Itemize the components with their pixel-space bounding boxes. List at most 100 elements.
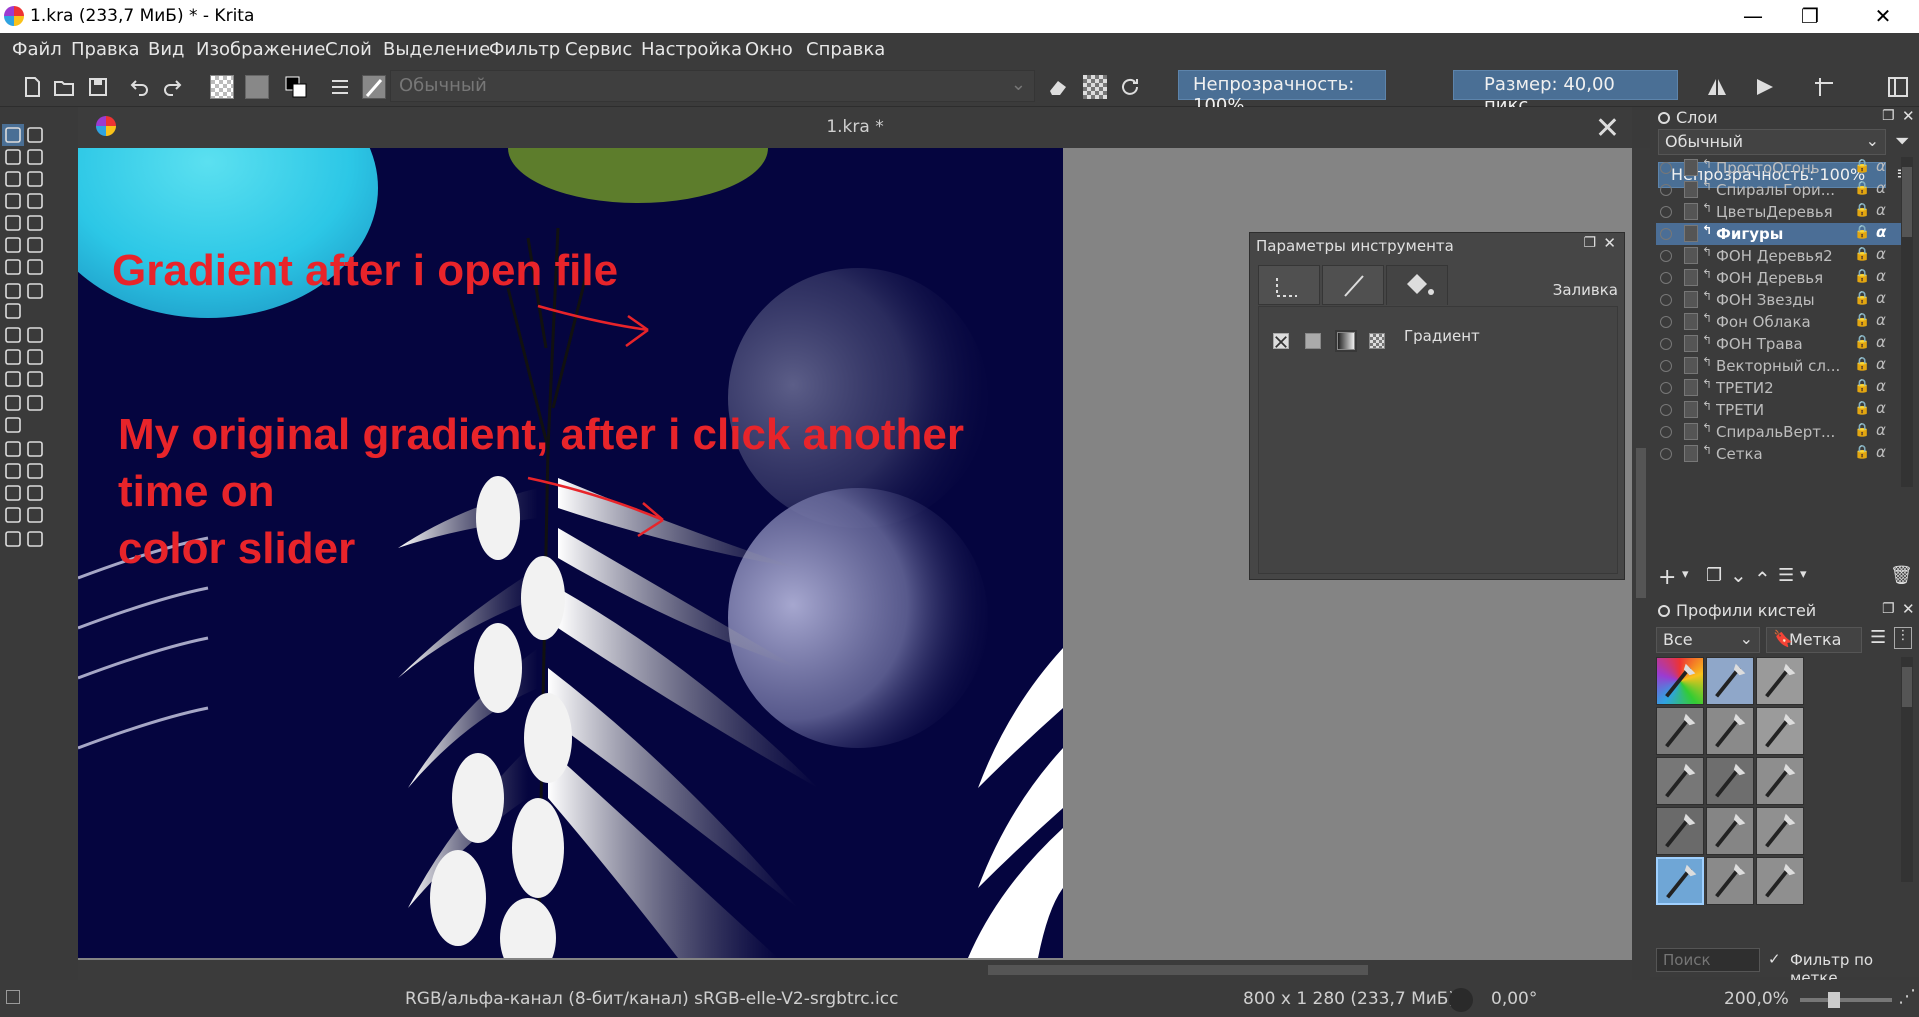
- preserve-alpha-icon[interactable]: [1083, 75, 1107, 99]
- lock-icon[interactable]: 🔒: [1854, 291, 1870, 306]
- close-docker-icon[interactable]: ✕: [1902, 107, 1915, 125]
- lock-icon[interactable]: 🔒: [1854, 247, 1870, 262]
- save-document-icon[interactable]: [86, 75, 110, 99]
- visibility-icon[interactable]: [1660, 426, 1672, 438]
- bezier-tool-icon[interactable]: [2, 234, 24, 256]
- bezier-select-icon[interactable]: [2, 504, 24, 526]
- lock-icon[interactable]: 🔒: [1854, 269, 1870, 284]
- filter-icon[interactable]: ⏷: [1895, 131, 1909, 152]
- polyline-tool-icon[interactable]: [24, 212, 46, 234]
- brush-preset-tile[interactable]: [1706, 807, 1754, 855]
- image-size-status[interactable]: 800 x 1 280 (233,7 МиБ): [1243, 989, 1455, 1009]
- lock-icon[interactable]: 🔒: [1854, 225, 1870, 240]
- menu-item-8[interactable]: Настройка: [641, 39, 742, 60]
- polygon-tool-icon[interactable]: [2, 212, 24, 234]
- workspace-chooser-icon[interactable]: [1886, 75, 1910, 99]
- reference-image-icon[interactable]: [2, 414, 24, 436]
- alpha-lock-icon[interactable]: α: [1876, 245, 1886, 263]
- brush-preset-tile[interactable]: [1656, 807, 1704, 855]
- brush-tag-button[interactable]: 🔖 Метка: [1766, 627, 1862, 653]
- brush-preset-tile[interactable]: [1656, 757, 1704, 805]
- layer-row[interactable]: ↰ СпиральГори... 🔒 α: [1656, 179, 1903, 201]
- fill-pattern-icon[interactable]: [1369, 333, 1385, 349]
- menu-item-10[interactable]: Справка: [806, 39, 885, 60]
- visibility-icon[interactable]: [1660, 206, 1672, 218]
- rect-select-icon[interactable]: [2, 438, 24, 460]
- layer-blend-mode-select[interactable]: Обычный ⌄: [1658, 129, 1886, 155]
- eraser-mode-icon[interactable]: [1046, 75, 1070, 99]
- layer-row[interactable]: ↰ ПростоОгонь 🔒 α: [1656, 157, 1903, 179]
- float-docker-icon[interactable]: ❐: [1882, 108, 1895, 124]
- polygon-select-icon[interactable]: [2, 460, 24, 482]
- visibility-icon[interactable]: [1660, 338, 1672, 350]
- similar-select-icon[interactable]: [24, 482, 46, 504]
- chevron-down-icon[interactable]: ▾: [1800, 567, 1807, 582]
- close-window-button[interactable]: ✕: [1855, 0, 1911, 33]
- visibility-icon[interactable]: [1660, 228, 1672, 240]
- line-tool-icon[interactable]: [24, 168, 46, 190]
- alpha-lock-icon[interactable]: α: [1876, 311, 1886, 329]
- brush-preset-tile[interactable]: [1756, 757, 1804, 805]
- close-docker-icon[interactable]: ✕: [1902, 600, 1915, 618]
- layer-row[interactable]: ↰ Векторный сл... 🔒 α: [1656, 355, 1903, 377]
- reload-preset-icon[interactable]: [1118, 75, 1142, 99]
- alpha-lock-icon[interactable]: α: [1876, 157, 1886, 175]
- visibility-icon[interactable]: [1660, 316, 1672, 328]
- alpha-lock-icon[interactable]: α: [1876, 333, 1886, 351]
- close-panel-icon[interactable]: ✕: [1603, 234, 1616, 252]
- artwork-canvas[interactable]: Gradient after i open file My original g…: [78, 148, 1063, 958]
- scrollbar-thumb[interactable]: [988, 965, 1368, 975]
- layer-list-scrollbar[interactable]: [1901, 157, 1913, 487]
- lock-icon[interactable]: 🔒: [1854, 335, 1870, 350]
- lock-icon[interactable]: 🔒: [1854, 181, 1870, 196]
- alpha-lock-icon[interactable]: α: [1876, 399, 1886, 417]
- fill-solid-icon[interactable]: [1305, 333, 1321, 349]
- lock-icon[interactable]: 🔒: [1854, 401, 1870, 416]
- opacity-slider[interactable]: Непрозрачность: 100%: [1178, 70, 1386, 116]
- zoom-tool-icon[interactable]: [2, 528, 24, 550]
- contiguous-select-icon[interactable]: [2, 482, 24, 504]
- measure-tool-icon[interactable]: [24, 392, 46, 414]
- layer-row[interactable]: ↰ ФОН Звезды 🔒 α: [1656, 289, 1903, 311]
- open-document-icon[interactable]: [52, 75, 76, 99]
- alpha-lock-icon[interactable]: α: [1876, 443, 1886, 461]
- edit-shape-icon[interactable]: [2, 146, 24, 168]
- move-layer-down-icon[interactable]: ⌄: [1730, 563, 1747, 587]
- layer-row[interactable]: ↰ ФОН Трава 🔒 α: [1656, 333, 1903, 355]
- layer-row[interactable]: ↰ Фон Облака 🔒 α: [1656, 311, 1903, 333]
- calligraphy-icon[interactable]: [24, 146, 46, 168]
- brush-preset-tile[interactable]: [1756, 857, 1804, 905]
- color-picker-icon[interactable]: [24, 324, 46, 346]
- tab-line-tool[interactable]: [1322, 265, 1384, 305]
- gradient-tool-icon[interactable]: [2, 324, 24, 346]
- ellipse-select-icon[interactable]: [24, 438, 46, 460]
- text-tool-icon[interactable]: [24, 124, 46, 146]
- scrollbar-thumb[interactable]: [1636, 448, 1646, 598]
- alpha-lock-icon[interactable]: α: [1876, 289, 1886, 307]
- alpha-lock-icon[interactable]: α: [1876, 377, 1886, 395]
- canvas-vertical-scrollbar[interactable]: [1632, 148, 1650, 960]
- docker-lock-icon[interactable]: [1658, 605, 1670, 617]
- pan-tool-icon[interactable]: [24, 528, 46, 550]
- layer-row[interactable]: ↰ СпиральВерт... 🔒 α: [1656, 421, 1903, 443]
- lock-icon[interactable]: 🔒: [1854, 313, 1870, 328]
- zoom-slider[interactable]: [1800, 992, 1892, 1008]
- layer-row[interactable]: ↰ ФОН Деревья 🔒 α: [1656, 267, 1903, 289]
- fg-bg-colors-icon[interactable]: [284, 75, 308, 99]
- crop-tool-icon[interactable]: [2, 300, 24, 322]
- assistant-tool-icon[interactable]: [2, 392, 24, 414]
- lock-icon[interactable]: 🔒: [1854, 445, 1870, 460]
- menu-item-3[interactable]: Изображение: [196, 39, 325, 60]
- brush-preset-tile[interactable]: [1656, 707, 1704, 755]
- visibility-icon[interactable]: [1660, 294, 1672, 306]
- list-view-icon[interactable]: ☰: [1870, 627, 1886, 648]
- brush-settings-icon[interactable]: [328, 75, 352, 99]
- menu-item-7[interactable]: Сервис: [565, 39, 632, 60]
- brush-preset-tile[interactable]: [1706, 757, 1754, 805]
- layer-row[interactable]: ↰ ФОН Деревья2 🔒 α: [1656, 245, 1903, 267]
- visibility-icon[interactable]: [1660, 250, 1672, 262]
- visibility-icon[interactable]: [1660, 404, 1672, 416]
- smart-patch-icon[interactable]: [24, 346, 46, 368]
- close-document-icon[interactable]: ✕: [1595, 111, 1620, 146]
- fill-gradient-icon[interactable]: [1335, 330, 1357, 352]
